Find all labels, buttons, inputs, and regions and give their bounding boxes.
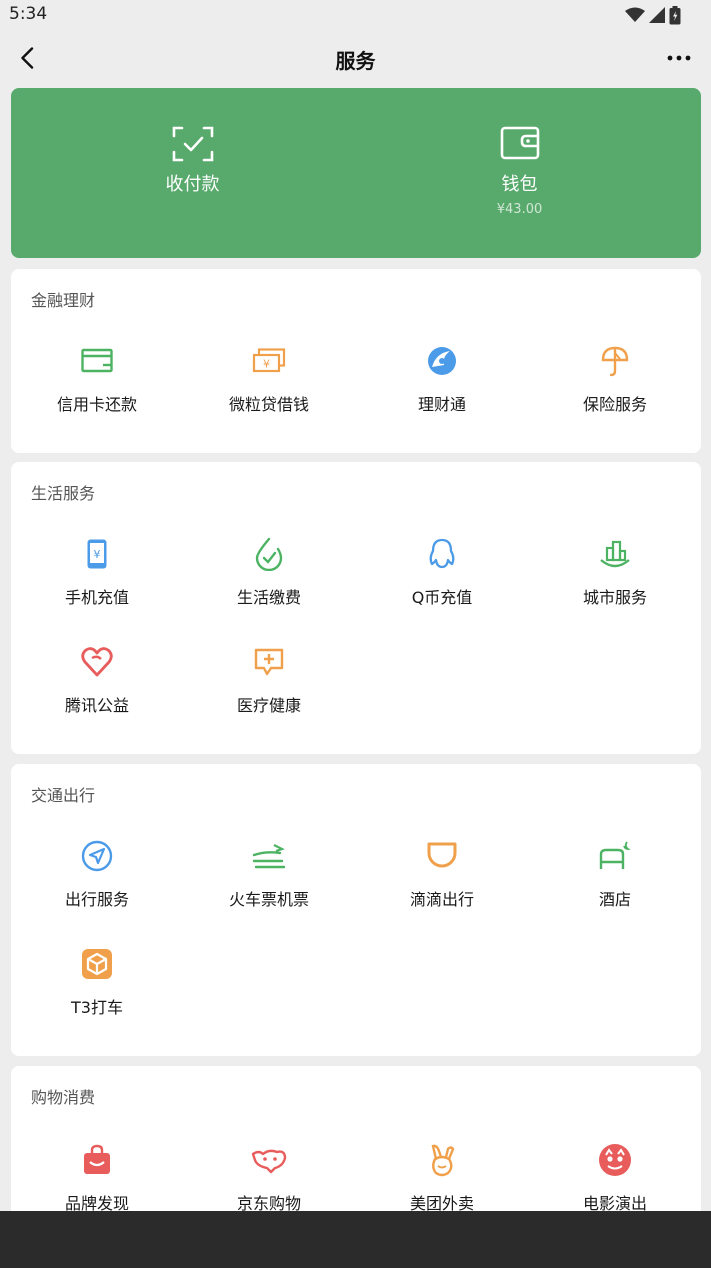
svg-text:¥: ¥: [94, 548, 101, 561]
section-life: 生活服务 ¥ 手机充值 生活缴费 Q币充值 城市服务 腾讯公益 医疗健康: [11, 462, 701, 754]
service-weilidai[interactable]: ¥ 微粒贷借钱: [183, 343, 355, 451]
service-label: Q币充值: [411, 588, 473, 607]
service-train-flight[interactable]: 火车票机票: [183, 838, 355, 946]
section-title-transport: 交通出行: [31, 786, 96, 805]
system-navigation-bar: [0, 1211, 711, 1268]
service-label: 保险服务: [582, 395, 647, 414]
service-label: T3打车: [71, 998, 123, 1017]
service-utilities[interactable]: 生活缴费: [183, 536, 355, 644]
didi-icon: [424, 838, 460, 874]
wifi-icon: [625, 7, 645, 22]
status-time: 5:34: [9, 4, 48, 24]
insurance-umbrella-icon: [597, 343, 633, 379]
service-label: 手机充值: [64, 588, 129, 607]
pay-receive-label: 收付款: [165, 174, 220, 195]
section-transport: 交通出行 出行服务 火车票机票 滴滴出行 酒店 T3打车: [11, 764, 701, 1056]
wallet-icon: [500, 126, 540, 162]
more-dots-icon: [667, 55, 691, 61]
section-title-life: 生活服务: [31, 484, 96, 503]
hotel-bed-icon: [597, 838, 633, 874]
service-label: 火车票机票: [228, 890, 309, 909]
t3-cube-icon: [79, 946, 115, 982]
credit-card-icon: [79, 343, 115, 379]
service-label: 生活缴费: [236, 588, 301, 607]
section-title-shopping: 购物消费: [31, 1088, 96, 1107]
page-title: 服务: [335, 49, 376, 73]
status-icons: [625, 5, 681, 25]
service-label: 腾讯公益: [64, 696, 129, 715]
service-travel[interactable]: 出行服务: [11, 838, 183, 946]
service-label: 出行服务: [64, 890, 129, 909]
charity-heart-icon: [79, 644, 115, 680]
service-label: 滴滴出行: [409, 890, 474, 909]
service-qcoin[interactable]: Q币充值: [356, 536, 528, 644]
service-label: 医疗健康: [236, 696, 301, 715]
section-title-finance: 金融理财: [31, 291, 96, 310]
service-insurance[interactable]: 保险服务: [529, 343, 701, 451]
status-bar: 5:34: [0, 0, 711, 30]
svg-text:¥: ¥: [263, 358, 270, 371]
wallet-label: 钱包: [501, 174, 538, 195]
wallet-card: 收付款 钱包 ¥43.00: [11, 88, 701, 258]
medical-cross-icon: [251, 644, 287, 680]
pay-receive-button[interactable]: 收付款: [20, 88, 365, 258]
service-licaitong[interactable]: 理财通: [356, 343, 528, 451]
utilities-drop-icon: [251, 536, 287, 572]
service-label: 信用卡还款: [56, 395, 137, 414]
service-phone-topup[interactable]: ¥ 手机充值: [11, 536, 183, 644]
service-charity[interactable]: 腾讯公益: [11, 644, 183, 752]
service-label: 理财通: [417, 395, 466, 414]
service-t3-taxi[interactable]: T3打车: [11, 946, 183, 1054]
city-buildings-icon: [597, 536, 633, 572]
phone-topup-icon: ¥: [79, 536, 115, 572]
more-button[interactable]: [663, 46, 695, 70]
wallet-balance: ¥43.00: [496, 202, 543, 217]
service-city[interactable]: 城市服务: [529, 536, 701, 644]
header: 服务: [0, 30, 711, 86]
train-icon: [251, 838, 287, 874]
signal-icon: [649, 7, 665, 23]
service-label: 微粒贷借钱: [228, 395, 309, 414]
meituan-rabbit-icon: [424, 1142, 460, 1178]
service-hotel[interactable]: 酒店: [529, 838, 701, 946]
service-credit-card-repay[interactable]: 信用卡还款: [11, 343, 183, 451]
licaitong-icon: [424, 343, 460, 379]
money-stack-icon: ¥: [251, 343, 287, 379]
shopping-bag-icon: [79, 1142, 115, 1178]
wallet-button[interactable]: 钱包 ¥43.00: [347, 88, 692, 258]
navigation-arrow-icon: [79, 838, 115, 874]
section-finance: 金融理财 信用卡还款 ¥ 微粒贷借钱 理财通 保险服务: [11, 269, 701, 453]
jd-dog-icon: [251, 1142, 287, 1178]
service-didi[interactable]: 滴滴出行: [356, 838, 528, 946]
scan-check-icon: [172, 126, 214, 162]
cat-face-icon: [597, 1142, 633, 1178]
service-medical[interactable]: 医疗健康: [183, 644, 355, 752]
qq-penguin-icon: [424, 536, 460, 572]
service-label: 城市服务: [582, 588, 647, 607]
service-label: 酒店: [598, 890, 631, 909]
battery-icon: [669, 5, 681, 24]
